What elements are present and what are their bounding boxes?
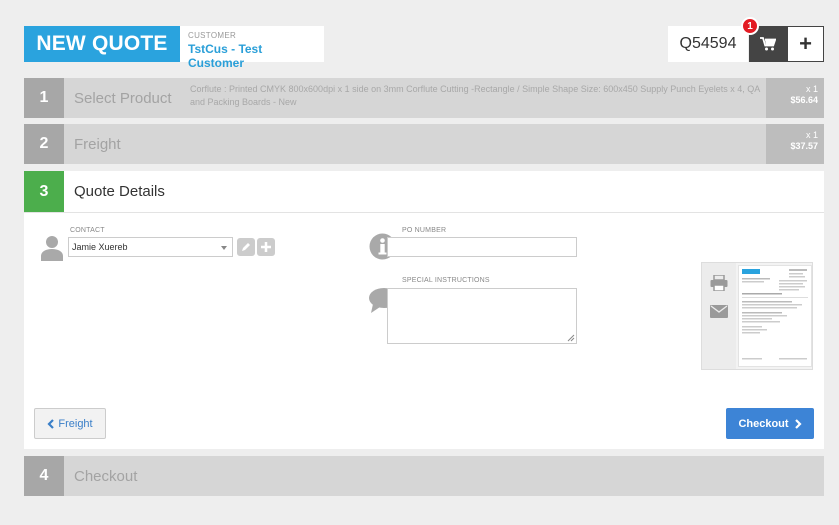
step-qty: x 1 — [805, 84, 818, 94]
chevron-left-icon — [47, 418, 55, 429]
cart-count-badge: 1 — [741, 17, 759, 35]
special-instructions-textarea[interactable] — [387, 288, 577, 344]
person-icon — [41, 236, 63, 261]
customer-box: CUSTOMER TstCus - Test Customer — [180, 26, 324, 70]
contact-select[interactable]: Jamie Xuereb — [68, 237, 233, 257]
customer-value[interactable]: TstCus - Test Customer — [188, 42, 316, 70]
back-button-label: Freight — [58, 417, 93, 430]
plus-icon — [261, 242, 271, 252]
pencil-icon — [242, 243, 250, 251]
contact-value: Jamie Xuereb — [72, 242, 128, 252]
step-number: 1 — [24, 78, 64, 118]
back-to-freight-button[interactable]: Freight — [34, 408, 106, 439]
step-number: 2 — [24, 124, 64, 164]
step-qty: x 1 — [805, 130, 818, 140]
quote-thumbnail — [738, 265, 812, 367]
product-description: Corflute : Printed CMYK 800x600dpi x 1 s… — [190, 84, 760, 107]
step-price: $37.57 — [790, 141, 818, 151]
po-number-input[interactable] — [387, 237, 577, 257]
edit-contact-button[interactable] — [237, 238, 255, 256]
resize-handle-icon[interactable] — [567, 334, 575, 342]
document-icon — [742, 269, 808, 360]
step-number: 4 — [24, 456, 64, 496]
add-button[interactable]: + — [787, 26, 824, 62]
step-price: $56.64 — [790, 95, 818, 105]
special-instructions-label: SPECIAL INSTRUCTIONS — [402, 277, 490, 284]
customer-label: CUSTOMER — [188, 31, 237, 40]
step-checkout[interactable]: 4 Checkout — [24, 456, 824, 496]
page-title: NEW QUOTE — [24, 26, 180, 62]
quote-details-panel: CONTACT Jamie Xuereb PO NUMBER SPECIAL I… — [24, 213, 824, 449]
checkout-button-label: Checkout — [738, 417, 789, 430]
po-number-label: PO NUMBER — [402, 227, 447, 234]
checkout-button[interactable]: Checkout — [726, 408, 814, 439]
step-quote-details[interactable]: 3 Quote Details — [24, 171, 824, 213]
cart-icon — [760, 37, 776, 51]
envelope-icon[interactable] — [710, 305, 728, 318]
step-price-box: x 1 $37.57 — [766, 124, 824, 164]
preview-actions — [702, 263, 736, 369]
step-select-product[interactable]: 1 Select Product Corflute : Printed CMYK… — [24, 78, 824, 118]
step-number: 3 — [24, 171, 64, 212]
step-name: Checkout — [74, 467, 138, 485]
add-contact-button[interactable] — [257, 238, 275, 256]
printer-icon[interactable] — [710, 275, 728, 291]
step-freight[interactable]: 2 Freight x 1 $37.57 — [24, 124, 824, 164]
step-price-box: x 1 $56.64 — [766, 78, 824, 118]
chevron-down-icon — [221, 246, 227, 250]
quote-preview[interactable] — [701, 262, 813, 370]
contact-label: CONTACT — [70, 227, 105, 234]
step-name: Select Product — [74, 89, 172, 107]
step-name: Freight — [74, 135, 121, 153]
quote-number: Q54594 — [668, 26, 748, 62]
chevron-right-icon — [794, 418, 802, 429]
step-name: Quote Details — [74, 183, 165, 200]
